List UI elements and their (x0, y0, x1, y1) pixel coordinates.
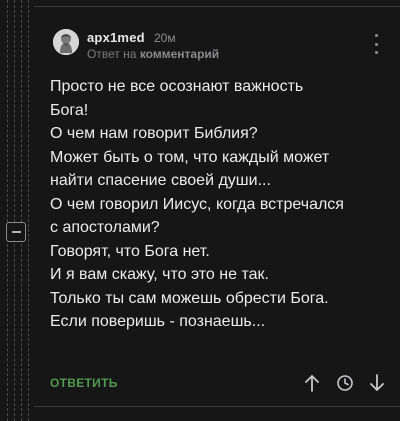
comment-line: Говорят, что Бога нет. (50, 242, 210, 260)
comment-body: Просто не все осознают важность Бога! О … (50, 75, 395, 334)
arrow-up-icon[interactable] (301, 372, 323, 394)
comment-top-divider (34, 6, 400, 7)
thread-guide-line (21, 0, 22, 421)
thread-guide-line (28, 0, 29, 421)
kebab-menu-icon[interactable] (369, 34, 383, 54)
thread-guide-line (7, 0, 8, 421)
reply-prefix: Ответ на (87, 47, 137, 61)
arrow-down-icon[interactable] (366, 372, 388, 394)
collapse-thread-button[interactable] (6, 222, 26, 242)
comment-line: Просто не все осознают важность (50, 78, 304, 95)
reply-context: Ответ на комментарий (87, 47, 219, 61)
comment-line: О чем нам говорит Библия? (50, 125, 258, 142)
comment-timestamp: 20м (154, 31, 176, 45)
comment-line: О чем говорил Иисус, когда встречался (50, 195, 344, 213)
thread-guide-line (14, 0, 15, 421)
comment-line: Может быть о том, что каждый может (50, 148, 330, 166)
comment-screen: apx1med 20м Ответ на комментарий Просто … (0, 0, 400, 421)
user-portrait-icon (53, 29, 79, 55)
comment-bottom-divider (34, 406, 400, 407)
comment-line: с апостолами? (50, 219, 160, 236)
minus-icon (11, 231, 21, 233)
comment-line: Бога! (50, 101, 89, 119)
comment-line: Если поверишь - познаешь... (50, 313, 266, 330)
avatar[interactable] (53, 29, 79, 55)
reply-button[interactable]: ОТВЕТИТЬ (50, 376, 118, 390)
comment-author[interactable]: apx1med (87, 30, 145, 45)
comment-line: найти спасение своей души... (50, 172, 271, 189)
comment-line: Только ты сам можешь обрести Бога. (50, 289, 329, 307)
reply-target-link[interactable]: комментарий (140, 47, 219, 61)
clock-icon[interactable] (334, 372, 356, 394)
comment-line: И я вам скажу, что это не так. (50, 266, 269, 283)
